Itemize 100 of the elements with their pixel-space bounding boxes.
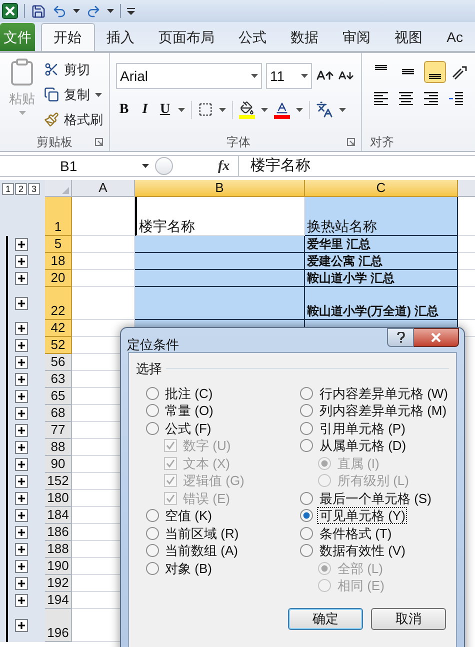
- radio-button[interactable]: [300, 526, 314, 540]
- outline-level-button[interactable]: 3: [28, 182, 40, 194]
- dialog-button[interactable]: 确定: [288, 608, 363, 630]
- radio-button[interactable]: [146, 509, 159, 522]
- expand-button[interactable]: [15, 441, 28, 454]
- help-button[interactable]: [387, 328, 414, 347]
- row-header[interactable]: 196: [45, 609, 72, 642]
- angled-text-icon[interactable]: [451, 64, 469, 80]
- ribbon-tab[interactable]: Ac: [434, 23, 475, 51]
- cut-button[interactable]: 剪切: [44, 59, 103, 80]
- expand-button[interactable]: [15, 577, 28, 590]
- row-header[interactable]: 190: [45, 558, 72, 575]
- ribbon-tab[interactable]: 数据: [278, 23, 331, 51]
- column-header[interactable]: B: [135, 180, 305, 197]
- expand-button[interactable]: [15, 560, 28, 573]
- ribbon-tab[interactable]: 公式: [226, 23, 279, 51]
- bold-button[interactable]: B: [116, 99, 132, 120]
- ribbon-tab[interactable]: 开始: [40, 23, 95, 51]
- expand-button[interactable]: [15, 272, 28, 285]
- font-size-field[interactable]: 11: [266, 63, 312, 89]
- expand-button[interactable]: [15, 594, 28, 607]
- expand-button[interactable]: [15, 356, 28, 369]
- row-header[interactable]: 42: [45, 320, 72, 337]
- vertical-align-button[interactable]: [424, 61, 446, 83]
- expand-button[interactable]: [15, 297, 28, 310]
- row-header[interactable]: 65: [45, 388, 72, 405]
- expand-button[interactable]: [15, 619, 28, 632]
- radio-button[interactable]: [300, 544, 314, 558]
- outline-level-button[interactable]: 2: [15, 182, 27, 194]
- row-header[interactable]: 56: [45, 354, 72, 371]
- italic-button[interactable]: I: [138, 99, 152, 120]
- fill-color-icon[interactable]: [239, 100, 255, 118]
- expand-button[interactable]: [15, 458, 28, 471]
- row-header[interactable]: 194: [45, 592, 72, 609]
- row-header[interactable]: 192: [45, 575, 72, 592]
- group-label: 剪贴板: [36, 134, 72, 151]
- file-tab[interactable]: 文件: [0, 23, 35, 51]
- dialog-launcher-icon[interactable]: [95, 138, 103, 146]
- dialog-launcher-icon[interactable]: [347, 138, 355, 146]
- radio-button[interactable]: [146, 404, 159, 418]
- ribbon-tab[interactable]: 页面布局: [146, 23, 227, 51]
- formula-field[interactable]: 楼宇名称: [238, 156, 475, 176]
- row-header[interactable]: 20: [45, 270, 72, 287]
- radio-button[interactable]: [300, 422, 314, 435]
- underline-button[interactable]: U: [158, 99, 172, 120]
- insert-function-button[interactable]: fx: [218, 156, 230, 176]
- expand-button[interactable]: [15, 475, 28, 488]
- customize-toolbar-icon[interactable]: [127, 7, 135, 15]
- radio-button[interactable]: [146, 544, 159, 558]
- radio-button[interactable]: [300, 509, 314, 522]
- column-header[interactable]: C: [305, 180, 458, 197]
- row-header[interactable]: 63: [45, 371, 72, 388]
- outline-level-button[interactable]: 1: [2, 182, 14, 194]
- copy-button[interactable]: 复制: [44, 84, 103, 105]
- radio-button[interactable]: [300, 439, 314, 452]
- radio-button[interactable]: [300, 492, 314, 505]
- row-header[interactable]: 22: [45, 287, 72, 320]
- expand-button[interactable]: [15, 543, 28, 556]
- font-name-field[interactable]: Arial: [116, 63, 262, 89]
- format-painter-button[interactable]: 格式刷: [44, 109, 103, 130]
- radio-button[interactable]: [146, 562, 159, 575]
- expand-button[interactable]: [15, 407, 28, 420]
- expand-button[interactable]: [15, 509, 28, 522]
- ribbon-tab[interactable]: 视图: [382, 23, 435, 51]
- row-header[interactable]: 52: [45, 337, 72, 354]
- app-logo-icon[interactable]: [2, 3, 18, 19]
- row-header[interactable]: 18: [45, 253, 72, 270]
- resize-handle[interactable]: [155, 157, 173, 175]
- row-header[interactable]: 152: [45, 473, 72, 490]
- expand-button[interactable]: [15, 255, 28, 268]
- expand-button[interactable]: [15, 373, 28, 386]
- dialog-button[interactable]: 取消: [371, 608, 446, 630]
- ribbon-tab[interactable]: 插入: [94, 23, 147, 51]
- row-header[interactable]: 68: [45, 405, 72, 422]
- column-header[interactable]: A: [72, 180, 135, 197]
- font-color-icon[interactable]: [274, 100, 290, 118]
- expand-button[interactable]: [15, 238, 28, 251]
- radio-button[interactable]: [146, 422, 159, 435]
- row-header[interactable]: 90: [45, 456, 72, 473]
- row-header[interactable]: 1: [45, 197, 72, 236]
- ribbon-tab[interactable]: 审阅: [330, 23, 383, 51]
- expand-button[interactable]: [15, 390, 28, 403]
- row-header[interactable]: 180: [45, 490, 72, 507]
- expand-button[interactable]: [15, 424, 28, 437]
- row-header[interactable]: 88: [45, 439, 72, 456]
- expand-button[interactable]: [15, 526, 28, 539]
- row-header[interactable]: 188: [45, 541, 72, 558]
- row-header[interactable]: 184: [45, 507, 72, 524]
- name-box[interactable]: B1: [0, 156, 155, 176]
- radio-button[interactable]: [146, 526, 159, 540]
- radio-button[interactable]: [300, 386, 314, 400]
- expand-button[interactable]: [15, 322, 28, 335]
- radio-button[interactable]: [300, 404, 314, 418]
- close-button[interactable]: [414, 328, 459, 347]
- row-header[interactable]: 186: [45, 524, 72, 541]
- radio-button[interactable]: [146, 386, 159, 400]
- expand-button[interactable]: [15, 339, 28, 352]
- row-header[interactable]: 5: [45, 236, 72, 253]
- row-header[interactable]: 77: [45, 422, 72, 439]
- expand-button[interactable]: [15, 492, 28, 505]
